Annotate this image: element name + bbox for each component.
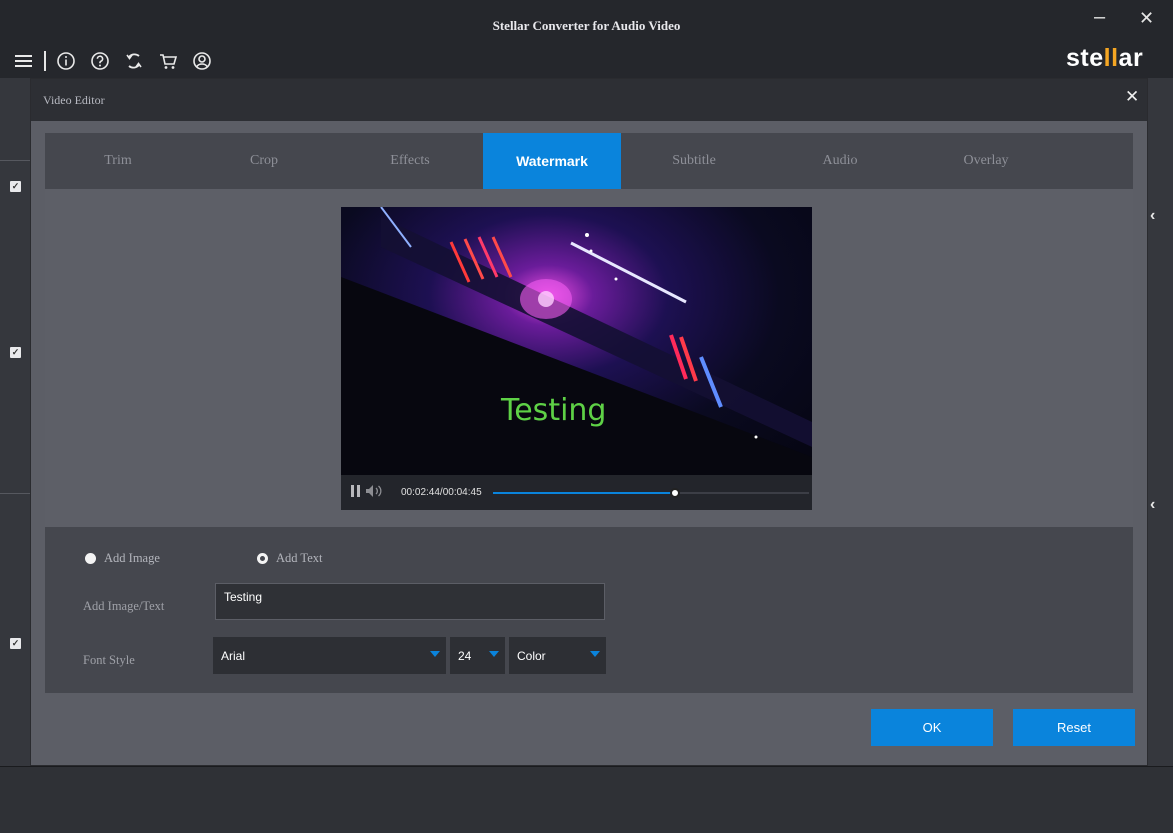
reset-button[interactable]: Reset [1013, 709, 1135, 746]
seek-handle[interactable] [669, 488, 680, 498]
image-text-label: Add Image/Text [83, 599, 165, 613]
cart-icon[interactable] [158, 51, 178, 71]
info-icon[interactable] [56, 51, 76, 71]
app-title-bar: Stellar Converter for Audio Video – ✕ st… [0, 0, 1173, 78]
add-text-radio[interactable]: Add Text [257, 551, 322, 566]
help-icon[interactable] [90, 51, 110, 71]
font-size-select[interactable]: 24 [450, 637, 505, 674]
editor-tabs: Trim Crop Effects Watermark Subtitle Aud… [45, 133, 1133, 189]
tab-subtitle[interactable]: Subtitle [621, 133, 767, 189]
bottom-bar [0, 766, 1173, 833]
editor-panel: Trim Crop Effects Watermark Subtitle Aud… [45, 133, 1133, 693]
expand-panel-chevron-icon[interactable]: ‹ [1150, 496, 1155, 514]
video-player: Testing 00:02:44/00:04:45 [341, 207, 812, 510]
file-checkbox[interactable]: ✓ [10, 638, 21, 649]
dialog-header: Video Editor ✕ [31, 79, 1147, 121]
chevron-down-icon [430, 651, 440, 657]
row-divider [0, 493, 30, 494]
file-checkbox[interactable]: ✓ [10, 347, 21, 358]
radio-indicator [85, 553, 96, 564]
tab-watermark[interactable]: Watermark [483, 133, 621, 189]
chevron-down-icon [489, 651, 499, 657]
font-family-value: Arial [221, 648, 246, 663]
color-value: Color [517, 648, 546, 663]
minimize-button[interactable]: – [1094, 6, 1105, 29]
tab-crop[interactable]: Crop [191, 133, 337, 189]
menu-icon[interactable] [14, 51, 34, 71]
file-checkbox[interactable]: ✓ [10, 181, 21, 192]
dialog-close-button[interactable]: ✕ [1125, 87, 1139, 107]
font-size-value: 24 [458, 648, 472, 663]
tab-audio[interactable]: Audio [767, 133, 913, 189]
watermark-text-overlay: Testing [501, 393, 607, 428]
radio-indicator-selected [257, 553, 268, 564]
video-frame: Testing [341, 207, 812, 475]
chevron-down-icon [590, 651, 600, 657]
app-title: Stellar Converter for Audio Video [492, 18, 681, 33]
row-divider [0, 160, 30, 161]
watermark-text-input[interactable]: Testing [215, 583, 605, 620]
add-image-radio[interactable]: Add Image [85, 551, 160, 566]
seek-progress [493, 492, 675, 494]
preview-area: Testing 00:02:44/00:04:45 [45, 189, 1133, 527]
tab-trim[interactable]: Trim [45, 133, 191, 189]
stellar-logo: stellar [1066, 44, 1144, 72]
video-editor-dialog: Video Editor ✕ Trim Crop Effects Waterma… [30, 78, 1148, 766]
expand-panel-chevron-icon[interactable]: ‹ [1150, 207, 1155, 225]
tab-overlay[interactable]: Overlay [913, 133, 1059, 189]
toolbar [14, 48, 212, 74]
account-icon[interactable] [192, 51, 212, 71]
tab-effects[interactable]: Effects [337, 133, 483, 189]
add-image-label: Add Image [104, 551, 160, 565]
close-app-button[interactable]: ✕ [1139, 8, 1154, 29]
concert-stage-image [341, 207, 812, 475]
refresh-icon[interactable] [124, 51, 144, 71]
watermark-options: Add Image Add Text Add Image/Text Testin… [45, 527, 1133, 693]
add-text-label: Add Text [276, 551, 323, 565]
playback-time: 00:02:44/00:04:45 [401, 487, 482, 498]
right-panel-strip [1148, 78, 1173, 766]
volume-icon[interactable] [365, 484, 383, 503]
font-family-select[interactable]: Arial [213, 637, 446, 674]
font-style-label: Font Style [83, 653, 135, 667]
toolbar-divider [44, 51, 46, 71]
player-controls: 00:02:44/00:04:45 [341, 475, 812, 510]
pause-icon[interactable] [351, 485, 361, 500]
dialog-title: Video Editor [43, 93, 105, 107]
ok-button[interactable]: OK [871, 709, 993, 746]
color-select[interactable]: Color [509, 637, 606, 674]
seek-bar[interactable] [493, 488, 809, 498]
